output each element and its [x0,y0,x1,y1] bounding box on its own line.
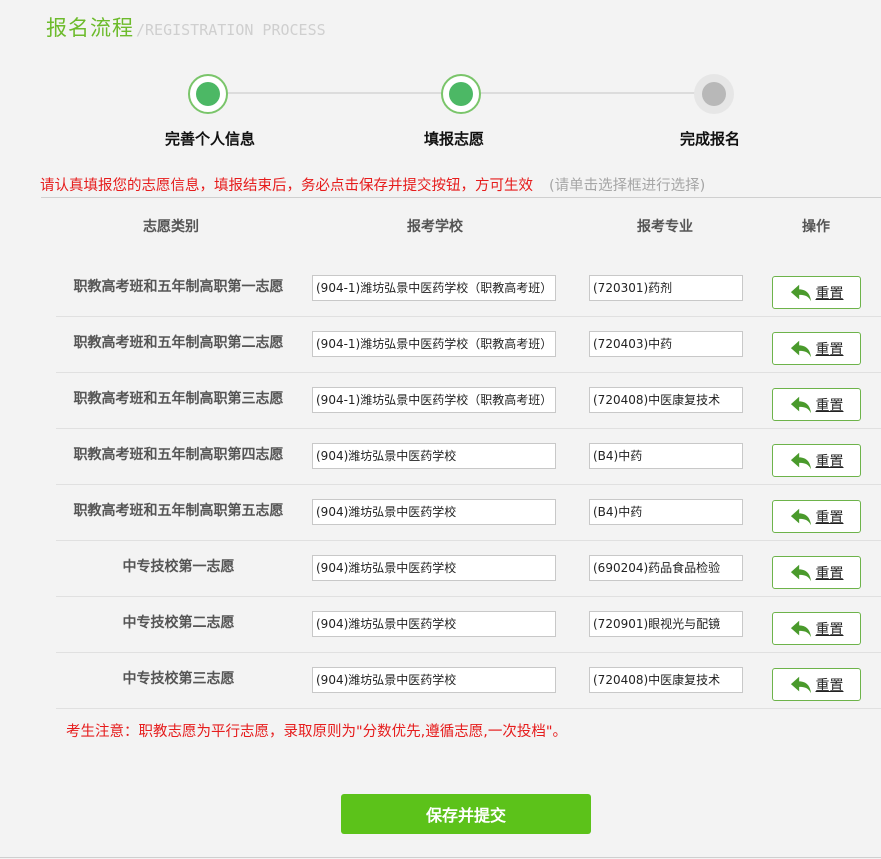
header-action: 操作 [802,219,830,235]
major-select[interactable]: (B4)中药 [589,443,743,469]
step-1-label: 完善个人信息 [164,130,255,148]
page-header: 报名流程 /REGISTRATION PROCESS [46,12,326,42]
undo-arrow-icon [790,340,811,357]
reset-label: 重置 [815,565,844,582]
choice-category: 中专技校第二志愿 [122,615,235,631]
table-row: 职教高考班和五年制高职第一志愿 (904-1)潍坊弘景中医药学校（职教高考班） (7… [56,260,881,317]
divider [41,197,881,198]
reset-button[interactable]: 重置 [772,500,861,533]
save-submit-button[interactable]: 保存并提交 [341,794,591,834]
school-select[interactable]: (904-1)潍坊弘景中医药学校（职教高考班） [312,275,556,301]
major-select[interactable]: (720301)药剂 [589,275,743,301]
notice-hint: (请单击选择框进行选择) [549,178,706,194]
school-select[interactable]: (904)潍坊弘景中医药学校 [312,443,556,469]
school-select[interactable]: (904)潍坊弘景中医药学校 [312,667,556,693]
school-select[interactable]: (904-1)潍坊弘景中医药学校（职教高考班） [312,331,556,357]
school-select[interactable]: (904)潍坊弘景中医药学校 [312,555,556,581]
choice-category: 中专技校第一志愿 [122,559,235,575]
reset-label: 重置 [815,453,844,470]
reset-label: 重置 [815,285,844,302]
reset-button[interactable]: 重置 [772,612,861,645]
header-major: 报考专业 [637,219,693,235]
reset-button[interactable]: 重置 [772,668,861,701]
choice-category: 职教高考班和五年制高职第五志愿 [73,503,284,519]
notice-text: 请认真填报您的志愿信息，填报结束后，务必点击保存并提交按钮，方可生效 [40,178,533,194]
undo-arrow-icon [790,676,811,693]
choice-category: 中专技校第三志愿 [122,671,235,687]
undo-arrow-icon [790,396,811,413]
major-select[interactable]: (720901)眼视光与配镜 [589,611,743,637]
undo-arrow-icon [790,620,811,637]
table-row: 中专技校第三志愿 (904)潍坊弘景中医药学校 (720408)中医康复技术 重置 [56,652,881,709]
step-2-indicator [441,74,481,114]
table-row: 职教高考班和五年制高职第四志愿 (904)潍坊弘景中医药学校 (B4)中药 重置 [56,428,881,485]
major-select[interactable]: (690204)药品食品检验 [589,555,743,581]
undo-arrow-icon [790,452,811,469]
choice-category: 职教高考班和五年制高职第四志愿 [73,447,284,463]
major-select[interactable]: (720408)中医康复技术 [589,667,743,693]
table-row: 职教高考班和五年制高职第五志愿 (904)潍坊弘景中医药学校 (B4)中药 重置 [56,484,881,541]
admission-note: 考生注意：职教志愿为平行志愿，录取原则为"分数优先,遵循志愿,一次投档"。 [66,724,568,740]
reset-button[interactable]: 重置 [772,444,861,477]
step-1-indicator [188,74,228,114]
page-title: 报名流程 [46,16,134,40]
school-select[interactable]: (904-1)潍坊弘景中医药学校（职教高考班） [312,387,556,413]
step-3-label: 完成报名 [679,130,740,148]
choice-category: 职教高考班和五年制高职第一志愿 [73,279,284,295]
step-2-label: 填报志愿 [423,130,484,148]
fill-notice: 请认真填报您的志愿信息，填报结束后，务必点击保存并提交按钮，方可生效 (请单击选择… [40,174,705,195]
undo-arrow-icon [790,284,811,301]
header-category: 志愿类别 [143,219,199,235]
school-select[interactable]: (904)潍坊弘景中医药学校 [312,499,556,525]
step-3-indicator [694,74,734,114]
page-subtitle: /REGISTRATION PROCESS [136,21,326,39]
undo-arrow-icon [790,564,811,581]
reset-label: 重置 [815,621,844,638]
choice-category: 职教高考班和五年制高职第二志愿 [73,335,284,351]
reset-button[interactable]: 重置 [772,388,861,421]
reset-button[interactable]: 重置 [772,556,861,589]
major-select[interactable]: (720403)中药 [589,331,743,357]
choice-category: 职教高考班和五年制高职第三志愿 [73,391,284,407]
reset-label: 重置 [815,341,844,358]
table-row: 中专技校第一志愿 (904)潍坊弘景中医药学校 (690204)药品食品检验 重置 [56,540,881,597]
table-row: 职教高考班和五年制高职第三志愿 (904-1)潍坊弘景中医药学校（职教高考班） (7… [56,372,881,429]
header-school: 报考学校 [407,219,463,235]
major-select[interactable]: (720408)中医康复技术 [589,387,743,413]
bottom-divider [0,857,881,858]
reset-button[interactable]: 重置 [772,332,861,365]
undo-arrow-icon [790,508,811,525]
major-select[interactable]: (B4)中药 [589,499,743,525]
school-select[interactable]: (904)潍坊弘景中医药学校 [312,611,556,637]
reset-button[interactable]: 重置 [772,276,861,309]
progress-steps: 完善个人信息 填报志愿 完成报名 [0,70,881,160]
reset-label: 重置 [815,509,844,526]
table-header: 志愿类别 报考学校 报考专业 操作 [0,216,881,236]
reset-label: 重置 [815,677,844,694]
table-row: 职教高考班和五年制高职第二志愿 (904-1)潍坊弘景中医药学校（职教高考班） (7… [56,316,881,373]
table-row: 中专技校第二志愿 (904)潍坊弘景中医药学校 (720901)眼视光与配镜 重置 [56,596,881,653]
reset-label: 重置 [815,397,844,414]
